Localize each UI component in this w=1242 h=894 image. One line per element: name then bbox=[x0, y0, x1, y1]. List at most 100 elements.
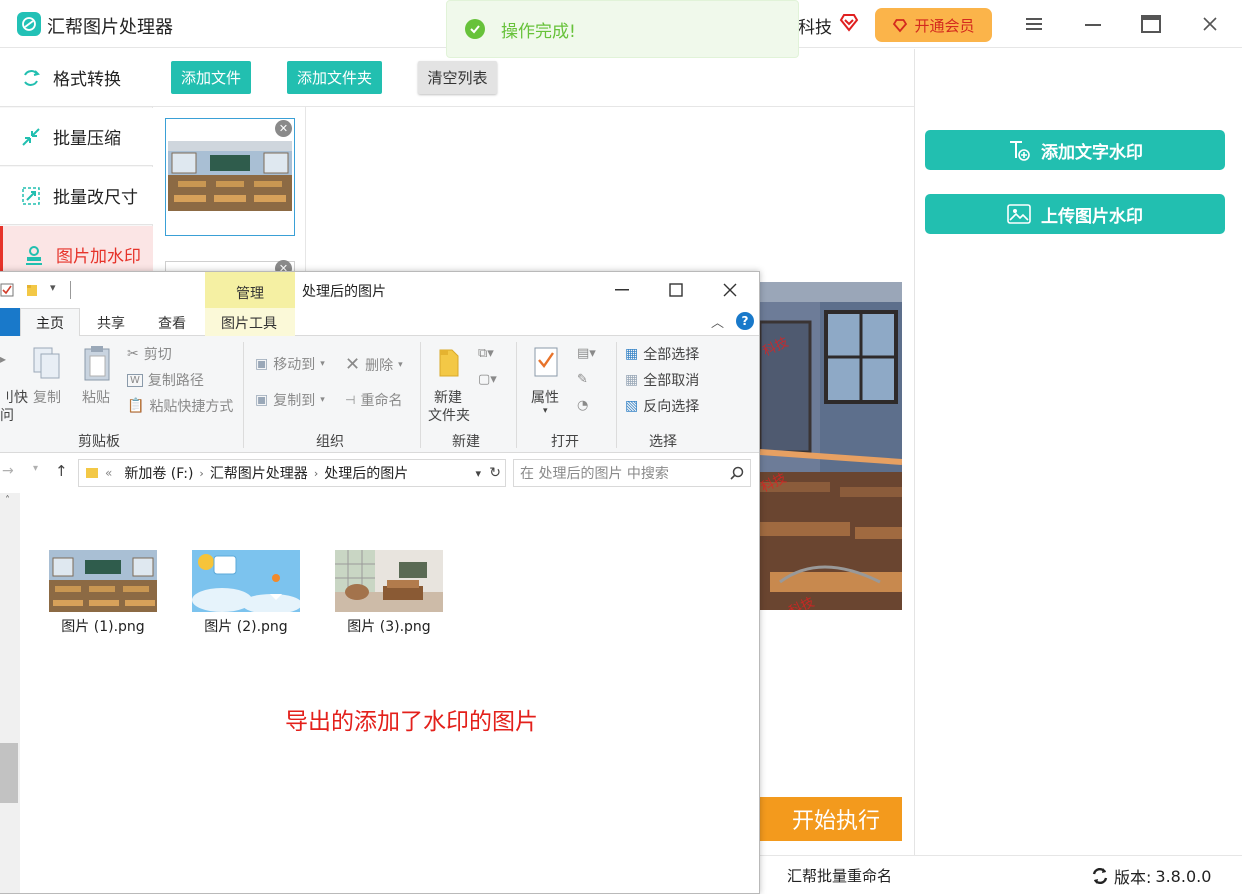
search-input[interactable]: 在 处理后的图片 中搜索 bbox=[513, 459, 751, 487]
select-none-button[interactable]: ▦ 全部取消 bbox=[625, 370, 699, 390]
move-to-label: 移动到 bbox=[273, 357, 316, 373]
open-icon[interactable]: ▤▾ bbox=[577, 346, 596, 361]
nav-pane-scrollbar[interactable]: ˄ bbox=[0, 493, 20, 893]
invert-selection-button[interactable]: ▧ 反向选择 bbox=[625, 396, 699, 416]
maximize-icon[interactable] bbox=[1136, 10, 1166, 38]
copy-to-label: 复制到 bbox=[273, 393, 316, 409]
explorer-minimize-icon[interactable] bbox=[610, 278, 634, 302]
easy-access-icon[interactable]: ▢▾ bbox=[478, 372, 497, 387]
image-icon bbox=[1007, 204, 1031, 224]
nav-item-batch-compress[interactable]: 批量压缩 bbox=[0, 108, 153, 166]
rename-button[interactable]: ⊣ 重命名 bbox=[345, 390, 402, 410]
checkbox-icon[interactable] bbox=[0, 283, 14, 297]
tab-share[interactable]: 共享 bbox=[97, 313, 125, 333]
up-arrow-icon[interactable]: ↑ bbox=[55, 462, 68, 480]
crumb-drive[interactable]: 新加卷 (F:) bbox=[124, 463, 193, 483]
scroll-up-icon[interactable]: ˄ bbox=[5, 495, 10, 506]
file-item[interactable]: 图片 (1).png bbox=[43, 550, 163, 636]
invert-selection-label: 反向选择 bbox=[643, 399, 700, 415]
invert-selection-icon: ▧ bbox=[625, 398, 639, 414]
nav-item-batch-resize[interactable]: 批量改尺寸 bbox=[0, 167, 153, 225]
tab-file[interactable] bbox=[0, 308, 20, 336]
heart-diamond-icon[interactable] bbox=[838, 11, 860, 33]
move-to-icon: ▣ bbox=[255, 356, 269, 372]
start-button[interactable]: 开始执行 bbox=[760, 797, 902, 841]
properties-label[interactable]: 属性 bbox=[531, 387, 559, 407]
paste-shortcut-button[interactable]: 📋 粘贴快捷方式 bbox=[127, 396, 233, 416]
living-room-image bbox=[335, 550, 443, 612]
new-group-label: 新建 bbox=[452, 434, 480, 450]
add-folder-button[interactable]: 添加文件夹 bbox=[287, 61, 382, 94]
delete-button[interactable]: ✕ 删除 ▾ bbox=[345, 354, 403, 375]
menu-icon[interactable] bbox=[1019, 10, 1049, 38]
address-dropdown-icon[interactable]: ▾ bbox=[475, 467, 481, 480]
tab-view[interactable]: 查看 bbox=[158, 313, 186, 333]
new-folder-label-2[interactable]: 文件夹 bbox=[428, 405, 470, 425]
upload-image-watermark-button[interactable]: 上传图片水印 bbox=[925, 194, 1225, 234]
customize-quick-access-icon[interactable]: ▾ bbox=[50, 281, 56, 294]
history-icon[interactable]: ◔ bbox=[577, 398, 588, 413]
file-item[interactable]: 图片 (2).png bbox=[186, 550, 306, 636]
new-item-icon[interactable]: ⧉▾ bbox=[478, 346, 494, 361]
delete-label: 删除 bbox=[365, 357, 394, 374]
crumb-chevron-icon: › bbox=[199, 466, 204, 480]
close-icon[interactable] bbox=[1195, 10, 1225, 38]
help-icon[interactable]: ? bbox=[736, 312, 754, 330]
explorer-maximize-icon[interactable] bbox=[664, 278, 688, 302]
forward-arrow-icon[interactable]: → bbox=[2, 463, 14, 479]
file-item[interactable]: 图片 (3).png bbox=[329, 550, 449, 636]
paste-label[interactable]: 粘贴 bbox=[82, 387, 110, 407]
pin-quick-access-label[interactable]: 刂快 bbox=[0, 387, 28, 407]
tab-picture-tools[interactable]: 图片工具 bbox=[221, 313, 277, 333]
crumb-output-folder[interactable]: 处理后的图片 bbox=[324, 463, 408, 483]
clear-list-button[interactable]: 清空列表 bbox=[418, 61, 497, 94]
new-folder-icon[interactable] bbox=[436, 346, 462, 378]
nav-item-format-convert[interactable]: 格式转换 bbox=[0, 49, 153, 107]
address-bar[interactable]: « 新加卷 (F:) › 汇帮图片处理器 › 处理后的图片 ▾ ↻ bbox=[78, 459, 506, 487]
select-all-button[interactable]: ▦ 全部选择 bbox=[625, 344, 699, 364]
copy-label[interactable]: 复制 bbox=[33, 387, 61, 407]
left-nav: 格式转换 批量压缩 批量改尺寸 图片加水印 bbox=[0, 49, 153, 284]
edit-icon[interactable]: ✎ bbox=[577, 372, 588, 387]
manage-context-tab[interactable]: 管理 bbox=[205, 272, 295, 308]
nav-label: 批量压缩 bbox=[53, 129, 121, 149]
collapse-ribbon-icon[interactable]: ︿ bbox=[711, 312, 724, 331]
add-file-button[interactable]: 添加文件 bbox=[171, 61, 251, 94]
text-add-icon bbox=[1010, 141, 1030, 161]
copy-icon[interactable] bbox=[32, 346, 62, 380]
open-group-label: 打开 bbox=[551, 434, 579, 450]
recent-dropdown-icon[interactable]: ▾ bbox=[33, 463, 38, 474]
properties-icon[interactable] bbox=[533, 346, 559, 378]
file-name: 图片 (3).png bbox=[347, 619, 431, 635]
scrollbar-thumb[interactable] bbox=[0, 743, 18, 803]
cut-label: 剪切 bbox=[143, 347, 172, 363]
pin-icon[interactable]: ▸ bbox=[0, 352, 6, 366]
success-toast: 操作完成! bbox=[446, 0, 799, 58]
rename-promo-link[interactable]: 汇帮批量重命名 bbox=[787, 865, 892, 886]
copy-to-button[interactable]: ▣ 复制到 ▾ bbox=[255, 390, 325, 410]
select-all-label: 全部选择 bbox=[643, 347, 700, 363]
folder-quick-icon[interactable] bbox=[25, 283, 39, 297]
tab-home[interactable]: 主页 bbox=[20, 308, 80, 337]
organize-group-label: 组织 bbox=[316, 434, 344, 450]
paste-shortcut-icon: 📋 bbox=[127, 398, 145, 414]
copy-path-icon: W bbox=[127, 373, 143, 387]
vip-button[interactable]: 开通会员 bbox=[875, 8, 992, 42]
thumbnail-card[interactable]: ✕ bbox=[165, 118, 295, 236]
dropdown-arrow-icon[interactable]: ▾ bbox=[543, 406, 548, 416]
pin-quick-access-label-2[interactable]: 问 bbox=[0, 405, 14, 425]
cut-button[interactable]: ✂ 剪切 bbox=[127, 344, 172, 364]
remove-thumbnail-icon[interactable]: ✕ bbox=[275, 120, 292, 137]
minimize-icon[interactable] bbox=[1078, 10, 1108, 38]
explorer-close-icon[interactable] bbox=[718, 278, 742, 302]
copy-path-button[interactable]: W 复制路径 bbox=[127, 370, 204, 390]
new-folder-label[interactable]: 新建 bbox=[434, 387, 462, 407]
add-text-watermark-button[interactable]: 添加文字水印 bbox=[925, 130, 1225, 170]
rename-icon: ⊣ bbox=[345, 393, 356, 407]
move-to-button[interactable]: ▣ 移动到 ▾ bbox=[255, 354, 325, 374]
refresh-icon[interactable] bbox=[1090, 866, 1110, 886]
crumb-app-folder[interactable]: 汇帮图片处理器 bbox=[210, 463, 308, 483]
refresh-icon[interactable]: ↻ bbox=[489, 465, 501, 481]
paste-icon[interactable] bbox=[83, 344, 111, 382]
ribbon-separator bbox=[243, 342, 244, 448]
